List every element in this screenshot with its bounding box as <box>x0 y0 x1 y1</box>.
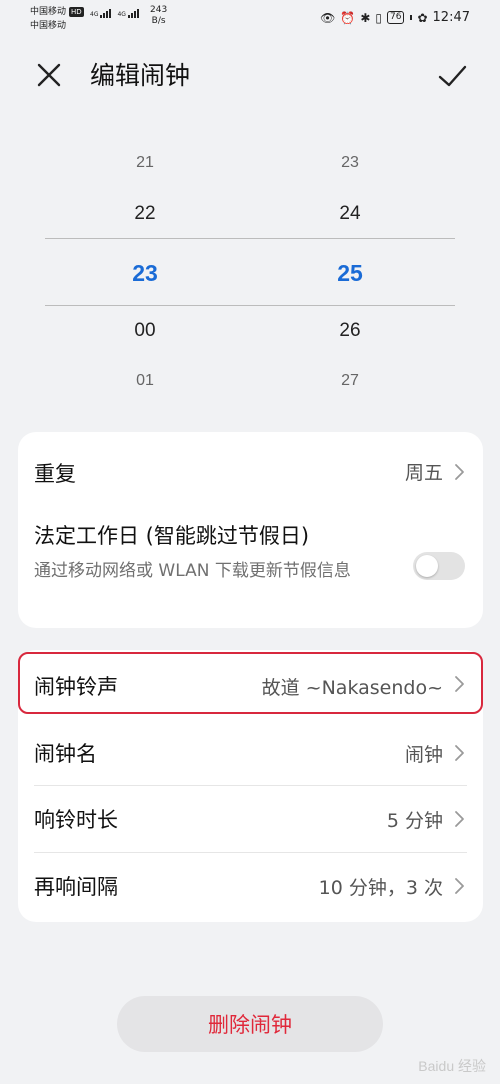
selected-hour[interactable]: 23 <box>45 260 245 287</box>
ring-duration-value: 5 分钟 <box>386 810 443 832</box>
header: 编辑闹钟 <box>0 48 500 104</box>
row-divider <box>34 852 467 853</box>
carrier-info: 中国移动 HD 中国移动 <box>30 5 84 33</box>
network-type-label: 4G <box>90 11 99 18</box>
hour-option[interactable]: 01 <box>45 372 245 390</box>
chevron-right-icon <box>453 744 465 762</box>
watermark-logo: Baidu 经验 <box>418 1058 486 1074</box>
delete-alarm-label: 删除闹钟 <box>208 1013 292 1037</box>
repeat-value: 周五 <box>404 462 443 484</box>
chevron-right-icon <box>453 810 465 828</box>
signal-strength-icon: 4G <box>90 9 112 18</box>
leaf-power-saving-icon: ✿ <box>417 10 428 25</box>
checkmark-icon <box>438 65 467 87</box>
schedule-settings-card: 重复 周五 法定工作日 (智能跳过节假日) 通过移动网络或 WLAN 下载更新节… <box>18 432 483 628</box>
repeat-row[interactable]: 重复 周五 <box>18 450 483 494</box>
close-button[interactable] <box>30 58 70 94</box>
battery-icon: 76 <box>387 11 405 24</box>
chevron-right-icon <box>453 463 465 481</box>
network-speed-value: 243 <box>150 5 168 15</box>
snooze-interval-value: 10 分钟，3 次 <box>318 877 443 899</box>
hour-wheel[interactable]: 21 22 23 00 01 <box>45 140 245 410</box>
hour-option[interactable]: 21 <box>45 154 245 172</box>
network-speed: 243 B/s <box>150 5 167 27</box>
network-type-label: 4G <box>117 11 126 18</box>
ringtone-value: 故道 ~Nakasendo~ <box>261 677 443 699</box>
time-picker: 21 22 23 00 01 23 24 25 26 27 <box>45 140 455 410</box>
alarm-name-label: 闹钟名 <box>34 742 97 766</box>
minute-option[interactable]: 23 <box>250 154 450 172</box>
workday-label: 法定工作日 (智能跳过节假日) <box>34 524 310 548</box>
eye-comfort-icon: 👁 <box>320 10 336 25</box>
delete-alarm-button[interactable]: 删除闹钟 <box>117 996 383 1052</box>
workday-row: 法定工作日 (智能跳过节假日) 通过移动网络或 WLAN 下载更新节假信息 <box>18 514 483 624</box>
hd-badge: HD <box>69 7 84 17</box>
selected-minute[interactable]: 25 <box>250 260 450 287</box>
picker-selection-divider-bottom <box>45 305 455 306</box>
carrier-name-2: 中国移动 <box>30 21 67 31</box>
ringtone-label: 闹钟铃声 <box>34 675 118 699</box>
signal-strength-icon: 4G <box>117 9 139 18</box>
page-title: 编辑闹钟 <box>90 61 191 90</box>
signal-icons: 4G 4G <box>90 9 139 18</box>
ringtone-row[interactable]: 闹钟铃声 故道 ~Nakasendo~ <box>18 652 483 714</box>
alarm-details-card: 闹钟铃声 故道 ~Nakasendo~ 闹钟名 闹钟 响铃时长 5 分钟 再响间… <box>18 650 483 922</box>
hour-option[interactable]: 00 <box>45 320 245 342</box>
alarm-name-value: 闹钟 <box>404 744 443 766</box>
workday-description: 通过移动网络或 WLAN 下载更新节假信息 <box>34 561 351 581</box>
close-icon <box>37 63 61 87</box>
alarm-clock-icon: ⏰ <box>340 10 356 25</box>
chevron-right-icon <box>453 877 465 895</box>
minute-wheel[interactable]: 23 24 25 26 27 <box>250 140 450 410</box>
battery-tip <box>410 15 413 20</box>
chevron-right-icon <box>453 675 465 693</box>
alarm-name-row[interactable]: 闹钟名 闹钟 <box>18 722 483 786</box>
ring-duration-label: 响铃时长 <box>34 808 118 832</box>
carrier-name-1: 中国移动 <box>30 7 67 17</box>
confirm-button[interactable] <box>432 58 472 94</box>
bluetooth-icon: ✱ <box>360 10 371 25</box>
status-right: 👁 ⏰ ✱ ▯ 76 ✿ 12:47 <box>320 10 470 25</box>
snooze-interval-row[interactable]: 再响间隔 10 分钟，3 次 <box>18 855 483 919</box>
workday-toggle[interactable] <box>413 552 465 580</box>
repeat-label: 重复 <box>34 462 76 486</box>
minute-option[interactable]: 27 <box>250 372 450 390</box>
toggle-knob <box>416 555 438 577</box>
picker-selection-divider-top <box>45 238 455 239</box>
minute-option[interactable]: 24 <box>250 203 450 225</box>
snooze-interval-label: 再响间隔 <box>34 875 118 899</box>
status-bar: 中国移动 HD 中国移动 4G 4G 243 B/s 👁 ⏰ ✱ ▯ 76 ✿ … <box>0 0 500 40</box>
ring-duration-row[interactable]: 响铃时长 5 分钟 <box>18 788 483 852</box>
vibrate-icon: ▯ <box>375 10 383 25</box>
clock-time: 12:47 <box>432 10 470 25</box>
network-speed-unit: B/s <box>151 16 166 26</box>
minute-option[interactable]: 26 <box>250 320 450 342</box>
battery-level: 76 <box>390 12 402 22</box>
hour-option[interactable]: 22 <box>45 203 245 225</box>
